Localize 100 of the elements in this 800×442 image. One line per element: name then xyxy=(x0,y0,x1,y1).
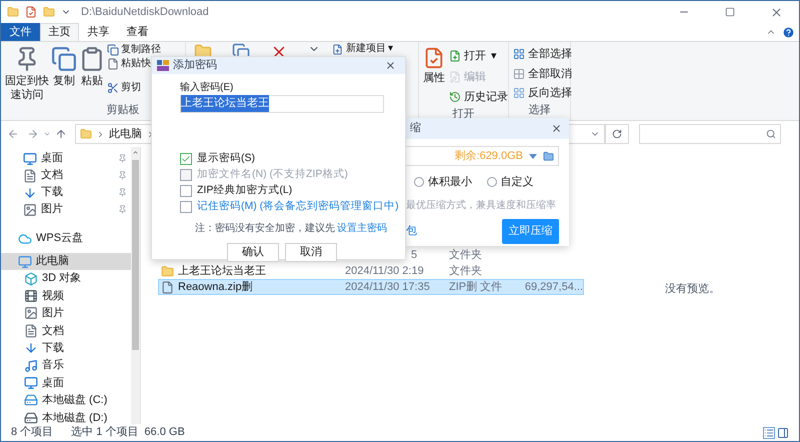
drive-icon xyxy=(24,410,38,424)
download-icon xyxy=(24,341,38,356)
history-icon xyxy=(449,91,461,104)
nav-item[interactable]: 此电脑 xyxy=(1,253,131,270)
back-icon[interactable] xyxy=(7,128,19,140)
nav-item[interactable]: 图片 xyxy=(1,201,131,218)
scroll-up-icon[interactable] xyxy=(132,149,139,156)
search-icon xyxy=(766,129,776,139)
nav-item[interactable]: 图片 xyxy=(1,304,131,322)
ribbon-small-button[interactable]: 复制路径 xyxy=(107,44,161,56)
file-name: Reaowna.zip删 xyxy=(178,280,253,295)
new-item-button[interactable]: 新建项目 ▾ xyxy=(346,43,393,55)
grid-icon xyxy=(513,48,525,60)
breadcrumb[interactable]: 此电脑 xyxy=(109,126,142,142)
ribbon-tab[interactable]: 共享 xyxy=(79,23,118,41)
nav-item[interactable]: 3D 对象 xyxy=(1,270,131,288)
dialog-button[interactable]: 确认 xyxy=(227,242,279,262)
nav-item[interactable]: 音乐 xyxy=(1,356,131,374)
ribbon-tab[interactable]: 查看 xyxy=(118,23,157,41)
ribbon-small-button[interactable]: 全部选择 xyxy=(513,46,570,62)
new-item-icon[interactable] xyxy=(332,44,343,54)
drive-icon xyxy=(24,393,38,408)
password-input[interactable]: 上老王论坛当老王 xyxy=(180,94,384,112)
recent-locations-icon[interactable] xyxy=(43,130,51,138)
checkbox-option[interactable]: ZIP经典加密方式(L) xyxy=(180,184,405,196)
nav-item[interactable]: WPS云盘 xyxy=(1,230,131,247)
check-icon xyxy=(181,154,191,164)
nav-item[interactable]: 视频 xyxy=(1,287,131,305)
mode-hint: 最优压缩方式，兼具速度和压缩率 xyxy=(406,198,557,212)
picture-icon xyxy=(23,202,37,216)
document-icon xyxy=(24,324,38,338)
nav-item[interactable]: 本地磁盘 (D:) xyxy=(1,409,131,424)
up-icon[interactable] xyxy=(55,128,67,140)
ribbon-button[interactable]: 固定到快速访问 xyxy=(5,44,49,102)
ribbon-small-button[interactable]: 剪切 xyxy=(107,82,161,94)
radio-option[interactable]: 体积最小 xyxy=(414,174,486,190)
separator-icon[interactable] xyxy=(96,130,105,138)
ribbon-small-button[interactable]: 粘贴快 xyxy=(107,58,161,70)
ribbon-button[interactable]: 粘贴 xyxy=(79,44,105,102)
file-row[interactable]: Reaowna.zip删 2024/11/30 17:35 ZIP删 文件 69,297,54... xyxy=(158,279,584,295)
dropdown-icon[interactable] xyxy=(529,154,537,158)
close-icon[interactable] xyxy=(770,6,782,18)
grid-icon xyxy=(513,68,525,80)
picture-icon xyxy=(24,306,38,320)
ribbon-button[interactable]: 复制 xyxy=(51,44,77,102)
scissors-icon xyxy=(107,82,119,94)
dialog-button[interactable]: 取消 xyxy=(285,242,337,262)
nav-item[interactable]: 桌面 xyxy=(1,150,131,167)
nav-item[interactable]: 文档 xyxy=(1,322,131,340)
close-icon[interactable] xyxy=(551,123,562,134)
open-icon xyxy=(449,50,461,62)
file-date: 5 xyxy=(410,248,418,261)
ribbon-tab[interactable]: 主页 xyxy=(40,23,79,41)
search-field[interactable] xyxy=(639,124,781,144)
file-date: 2024/11/30 17:35 xyxy=(345,280,430,293)
copy-path-icon xyxy=(107,44,119,56)
help-icon[interactable] xyxy=(782,26,795,38)
nav-item[interactable]: 下载 xyxy=(1,340,131,357)
link[interactable]: 包 xyxy=(406,222,417,240)
maximize-icon[interactable] xyxy=(725,7,735,17)
radio-option[interactable]: 自定义 xyxy=(486,174,559,190)
archive-icon xyxy=(157,60,169,71)
nav-item[interactable]: 文档 xyxy=(1,167,131,184)
file-menu-tab[interactable]: 文件 xyxy=(1,23,40,41)
checkbox-option[interactable]: 显示密码(S) xyxy=(180,152,405,164)
security-note: 注：密码没有安全加密，建议先 设置主密码 xyxy=(195,222,388,236)
file-date: 2024/11/30 2:19 xyxy=(345,264,424,277)
file-row[interactable]: 上老王论坛当老王 2024/11/30 2:19 文件夹 xyxy=(158,263,584,279)
selection-count: 选中 1 个项目 xyxy=(71,425,138,440)
ribbon-small-button[interactable]: 打开 ▾ xyxy=(449,48,508,64)
nav-item[interactable]: 下载 xyxy=(1,184,131,201)
ribbon-small-button[interactable]: 反向选择 xyxy=(513,85,570,102)
preview-message: 没有预览。 xyxy=(665,282,720,297)
field-label: 输入密码(E) xyxy=(180,80,234,94)
ribbon-small-button[interactable]: 历史记录 xyxy=(449,89,508,106)
file-icon xyxy=(161,280,174,294)
grid-icon xyxy=(513,87,525,100)
properties-icon[interactable] xyxy=(423,46,445,70)
film-icon xyxy=(24,289,38,304)
properties-button[interactable]: 属性 xyxy=(423,70,445,86)
nav-item[interactable]: 桌面 xyxy=(1,374,131,392)
scrollbar[interactable] xyxy=(131,147,140,424)
forward-icon[interactable] xyxy=(27,128,39,140)
group-label: 剪贴板 xyxy=(106,102,140,118)
checkbox-option[interactable]: 记住密码(M) (将会备忘到密码管理窗口中) xyxy=(180,200,405,212)
close-icon[interactable] xyxy=(385,60,396,71)
properties-icon[interactable] xyxy=(25,6,37,18)
copy-icon xyxy=(51,46,77,72)
group-label: 打开 xyxy=(452,106,476,122)
details-view-icon[interactable] xyxy=(763,426,775,438)
nav-item[interactable]: 本地磁盘 (C:) xyxy=(1,392,131,410)
cube-icon xyxy=(24,272,38,286)
preview-view-icon[interactable] xyxy=(777,426,789,438)
edit-icon xyxy=(449,70,461,83)
set-master-password-link[interactable]: 设置主密码 xyxy=(337,222,387,234)
ribbon-small-button[interactable]: 全部取消 xyxy=(513,66,570,82)
file-type: 文件夹 xyxy=(449,264,483,279)
cloud-icon xyxy=(18,232,32,246)
refresh-icon[interactable] xyxy=(612,129,622,139)
folder-icon xyxy=(161,264,174,278)
